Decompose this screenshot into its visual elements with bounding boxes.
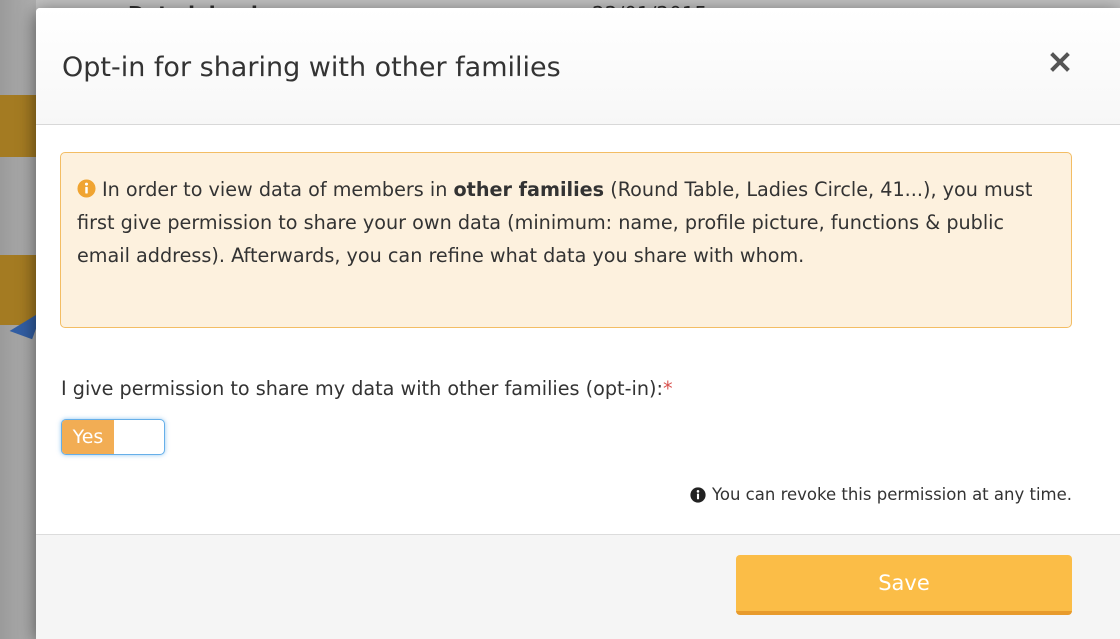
info-circle-icon <box>77 179 96 198</box>
toggle-yes-label: Yes <box>62 420 114 454</box>
permission-label-text: I give permission to share my data with … <box>61 377 663 400</box>
close-icon <box>1050 52 1070 72</box>
info-text-bold: other families <box>453 178 605 201</box>
save-button[interactable]: Save <box>736 555 1072 615</box>
info-alert-text: In order to view data of members in othe… <box>77 173 1055 272</box>
close-button[interactable] <box>1044 46 1076 78</box>
permission-toggle[interactable]: Yes <box>61 419 165 455</box>
modal-footer: Save <box>36 534 1120 639</box>
permission-label: I give permission to share my data with … <box>61 377 673 400</box>
revoke-note-text: You can revoke this permission at any ti… <box>712 485 1072 504</box>
info-text-start: In order to view data of members in <box>102 178 454 201</box>
opt-in-modal: Opt-in for sharing with other families I… <box>36 8 1120 639</box>
info-circle-icon <box>690 486 706 503</box>
revoke-note: You can revoke this permission at any ti… <box>690 485 1072 504</box>
required-marker: * <box>662 377 673 400</box>
modal-title: Opt-in for sharing with other families <box>62 52 561 83</box>
info-alert: In order to view data of members in othe… <box>60 152 1072 328</box>
modal-header: Opt-in for sharing with other families <box>36 8 1120 125</box>
